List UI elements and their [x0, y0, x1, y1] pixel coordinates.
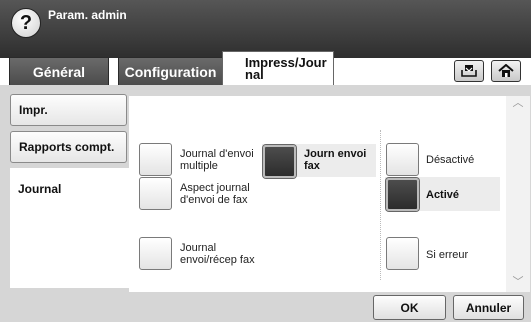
sidebar-item-impr[interactable]: Impr. [10, 94, 127, 126]
tab-impress-journal[interactable]: Impress/Jour nal [222, 51, 334, 85]
sidebar-item-rapports[interactable]: Rapports compt. [10, 131, 127, 163]
tab-configuration[interactable]: Configuration [118, 57, 223, 85]
tray-icon [461, 65, 477, 77]
radio-active[interactable] [386, 178, 419, 211]
option-label: Journal envoi/récep fax [180, 242, 255, 266]
checkbox-journal-envoi-multiple[interactable] [139, 143, 172, 176]
option-label: Si erreur [426, 249, 469, 261]
scroll-down-icon[interactable]: ﹀ [506, 271, 530, 291]
divider [380, 130, 381, 280]
sidebar-item-journal[interactable]: Journal [10, 168, 130, 288]
tray-button[interactable] [454, 60, 484, 82]
checkbox-journ-envoi-fax[interactable] [263, 145, 296, 178]
option-label-selected: Journ envoi fax [304, 148, 367, 172]
cancel-button[interactable]: Annuler [453, 295, 524, 320]
radio-si-erreur[interactable] [386, 237, 419, 270]
option-label: Désactivé [426, 154, 475, 166]
scroll-up-icon[interactable]: ︿ [506, 92, 530, 112]
option-label: Aspect journal d'envoi de fax [180, 182, 250, 206]
ok-button[interactable]: OK [373, 295, 446, 320]
home-icon [498, 64, 514, 77]
scrollbar[interactable] [506, 96, 530, 292]
tab-general[interactable]: Général [9, 57, 109, 85]
page-title: Param. admin [48, 8, 127, 22]
help-icon[interactable]: ? [11, 8, 41, 38]
home-button[interactable] [491, 60, 521, 82]
checkbox-journal-envoi-recep[interactable] [139, 237, 172, 270]
option-label: Journal d'envoi multiple [180, 148, 254, 172]
radio-desactive[interactable] [386, 143, 419, 176]
tab-label-line2: nal [245, 66, 264, 82]
option-label-selected: Activé [426, 189, 460, 201]
checkbox-aspect-journal[interactable] [139, 177, 172, 210]
